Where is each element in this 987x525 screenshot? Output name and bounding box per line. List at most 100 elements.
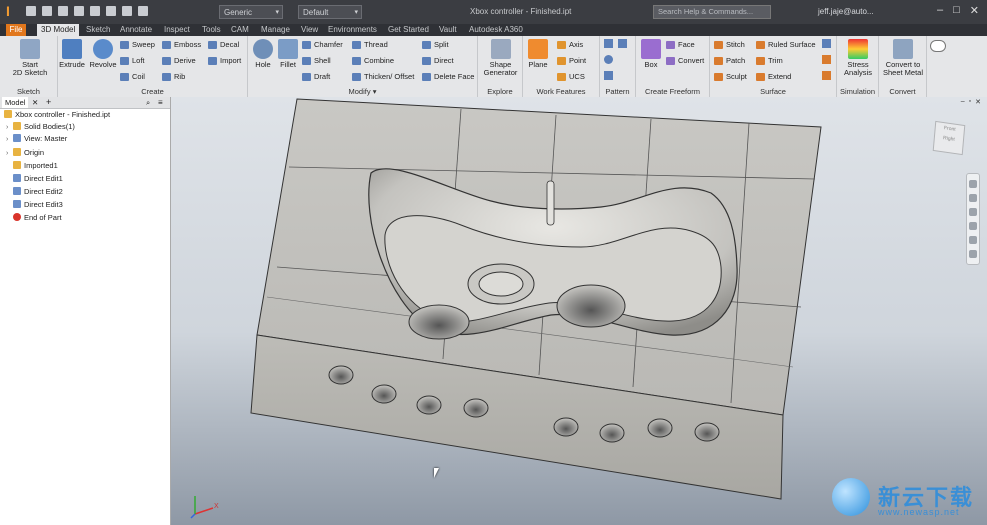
repair-bodies-icon[interactable] bbox=[822, 55, 831, 64]
new-icon[interactable] bbox=[26, 6, 36, 16]
tree-item-imported1[interactable]: Imported1 bbox=[13, 160, 58, 172]
tree-item-direct-edit2[interactable]: Direct Edit2 bbox=[13, 186, 63, 198]
ucs-button[interactable]: UCS bbox=[557, 71, 585, 83]
inventor-logo-icon[interactable]: I bbox=[6, 4, 16, 18]
thicken-offset-button[interactable]: Thicken/ Offset bbox=[352, 71, 414, 83]
zoom-icon[interactable] bbox=[969, 208, 977, 216]
hole-button[interactable]: Hole bbox=[252, 39, 274, 69]
look-at-icon[interactable] bbox=[969, 236, 977, 244]
fillet-button[interactable]: Fillet bbox=[276, 39, 300, 69]
help-search-input[interactable]: Search Help & Commands... bbox=[653, 5, 771, 19]
derive-button[interactable]: Derive bbox=[162, 55, 196, 67]
loft-button[interactable]: Loft bbox=[120, 55, 145, 67]
appearance-dropdown[interactable]: Default ▾ bbox=[298, 5, 362, 19]
import-button[interactable]: Import bbox=[208, 55, 241, 67]
direct-button[interactable]: Direct bbox=[422, 55, 454, 67]
tab-tools[interactable]: Tools bbox=[198, 24, 225, 36]
tab-annotate[interactable]: Annotate bbox=[116, 24, 156, 36]
rib-button[interactable]: Rib bbox=[162, 71, 185, 83]
orbit-icon[interactable] bbox=[969, 222, 977, 230]
graphics-viewport[interactable]: – ▫ ✕ Front Right X 新云下载 www.newasp.net bbox=[171, 97, 987, 525]
add-tab-icon[interactable]: + bbox=[46, 97, 51, 108]
fit-mesh-face-icon[interactable] bbox=[822, 71, 831, 80]
tree-item-origin[interactable]: › Origin bbox=[6, 147, 44, 159]
patch-button[interactable]: Patch bbox=[714, 55, 745, 67]
split-button[interactable]: Split bbox=[422, 39, 449, 51]
save-icon[interactable] bbox=[58, 6, 68, 16]
delete-face-button[interactable]: Delete Face bbox=[422, 71, 474, 83]
emboss-button[interactable]: Emboss bbox=[162, 39, 201, 51]
shape-generator-button[interactable]: Shape Generator bbox=[480, 39, 521, 77]
rectangular-pattern-icon[interactable] bbox=[604, 39, 613, 48]
sweep-button[interactable]: Sweep bbox=[120, 39, 155, 51]
select-icon[interactable] bbox=[138, 6, 148, 16]
mirror-icon[interactable] bbox=[618, 39, 627, 48]
convert-button[interactable]: Convert bbox=[666, 55, 704, 67]
open-icon[interactable] bbox=[42, 6, 52, 16]
tab-vault[interactable]: Vault bbox=[435, 24, 461, 36]
circular-pattern-icon[interactable] bbox=[604, 55, 613, 64]
tree-item-direct-edit1[interactable]: Direct Edit1 bbox=[13, 173, 63, 185]
tab-sketch[interactable]: Sketch bbox=[82, 24, 114, 36]
start-2d-sketch-button[interactable]: Start 2D Sketch bbox=[10, 39, 50, 77]
update-icon[interactable] bbox=[122, 6, 132, 16]
surface-tool-icon[interactable] bbox=[822, 39, 831, 48]
convert-to-sheet-metal-button[interactable]: Convert to Sheet Metal bbox=[881, 39, 925, 77]
tab-3d-model[interactable]: 3D Model bbox=[37, 24, 80, 36]
maximize-icon[interactable]: □ bbox=[953, 4, 960, 17]
navbar-menu-icon[interactable] bbox=[969, 250, 977, 258]
coil-button[interactable]: Coil bbox=[120, 71, 145, 83]
tab-model[interactable]: Model bbox=[2, 97, 29, 108]
draft-button[interactable]: Draft bbox=[302, 71, 330, 83]
axis-button[interactable]: Axis bbox=[557, 39, 583, 51]
close-tab-icon[interactable]: ✕ bbox=[32, 97, 38, 108]
tree-item-direct-edit3[interactable]: Direct Edit3 bbox=[13, 199, 63, 211]
revolve-button[interactable]: Revolve bbox=[88, 39, 118, 69]
tab-manage[interactable]: Manage bbox=[257, 24, 294, 36]
face-button[interactable]: Face bbox=[666, 39, 695, 51]
redo-icon[interactable] bbox=[90, 6, 100, 16]
tree-item-end-of-part[interactable]: End of Part bbox=[13, 212, 62, 224]
chamfer-button[interactable]: Chamfer bbox=[302, 39, 343, 51]
sketch-pattern-icon[interactable] bbox=[604, 71, 613, 80]
stitch-button[interactable]: Stitch bbox=[714, 39, 745, 51]
tab-get-started[interactable]: Get Started bbox=[384, 24, 433, 36]
tab-view[interactable]: View bbox=[297, 24, 322, 36]
tab-file[interactable]: File bbox=[6, 24, 26, 36]
plane-button[interactable]: Plane bbox=[527, 39, 549, 69]
expand-icon[interactable]: › bbox=[6, 134, 13, 146]
ruled-surface-button[interactable]: Ruled Surface bbox=[756, 39, 816, 51]
search-icon[interactable]: ⌕ bbox=[146, 97, 150, 108]
trim-button[interactable]: Trim bbox=[756, 55, 783, 67]
minimize-icon[interactable]: – bbox=[937, 4, 943, 17]
ribbon-options-icon[interactable] bbox=[930, 40, 946, 52]
menu-icon[interactable]: ≡ bbox=[158, 97, 163, 108]
extrude-button[interactable]: Extrude bbox=[58, 39, 86, 69]
tab-environments[interactable]: Environments bbox=[324, 24, 381, 36]
close-icon[interactable]: ✕ bbox=[970, 4, 979, 17]
combine-button[interactable]: Combine bbox=[352, 55, 394, 67]
pan-icon[interactable] bbox=[969, 194, 977, 202]
home-icon[interactable] bbox=[106, 6, 116, 16]
thread-button[interactable]: Thread bbox=[352, 39, 388, 51]
steering-wheel-icon[interactable] bbox=[969, 180, 977, 188]
point-button[interactable]: Point bbox=[557, 55, 586, 67]
user-account[interactable]: jeff.jaje@auto... bbox=[818, 7, 874, 16]
tab-inspect[interactable]: Inspect bbox=[160, 24, 194, 36]
sculpt-button[interactable]: Sculpt bbox=[714, 71, 747, 83]
viewcube[interactable]: Front Right bbox=[932, 120, 966, 156]
tree-item-solid-bodies[interactable]: › Solid Bodies(1) bbox=[6, 121, 75, 133]
expand-icon[interactable]: › bbox=[6, 148, 13, 160]
tree-item-view-master[interactable]: › View: Master bbox=[6, 133, 67, 145]
shell-button[interactable]: Shell bbox=[302, 55, 331, 67]
tree-item-part[interactable]: Xbox controller - Finished.ipt bbox=[4, 109, 110, 121]
undo-icon[interactable] bbox=[74, 6, 84, 16]
decal-button[interactable]: Decal bbox=[208, 39, 239, 51]
controller-mold-model[interactable] bbox=[171, 97, 987, 525]
box-button[interactable]: Box bbox=[640, 39, 662, 69]
tab-cam[interactable]: CAM bbox=[227, 24, 253, 36]
tab-autodesk-a360[interactable]: Autodesk A360 bbox=[465, 24, 527, 36]
material-dropdown[interactable]: Generic ▾ bbox=[219, 5, 283, 19]
stress-analysis-button[interactable]: Stress Analysis bbox=[839, 39, 877, 77]
panel-modify-label[interactable]: Modify ▾ bbox=[248, 87, 477, 96]
